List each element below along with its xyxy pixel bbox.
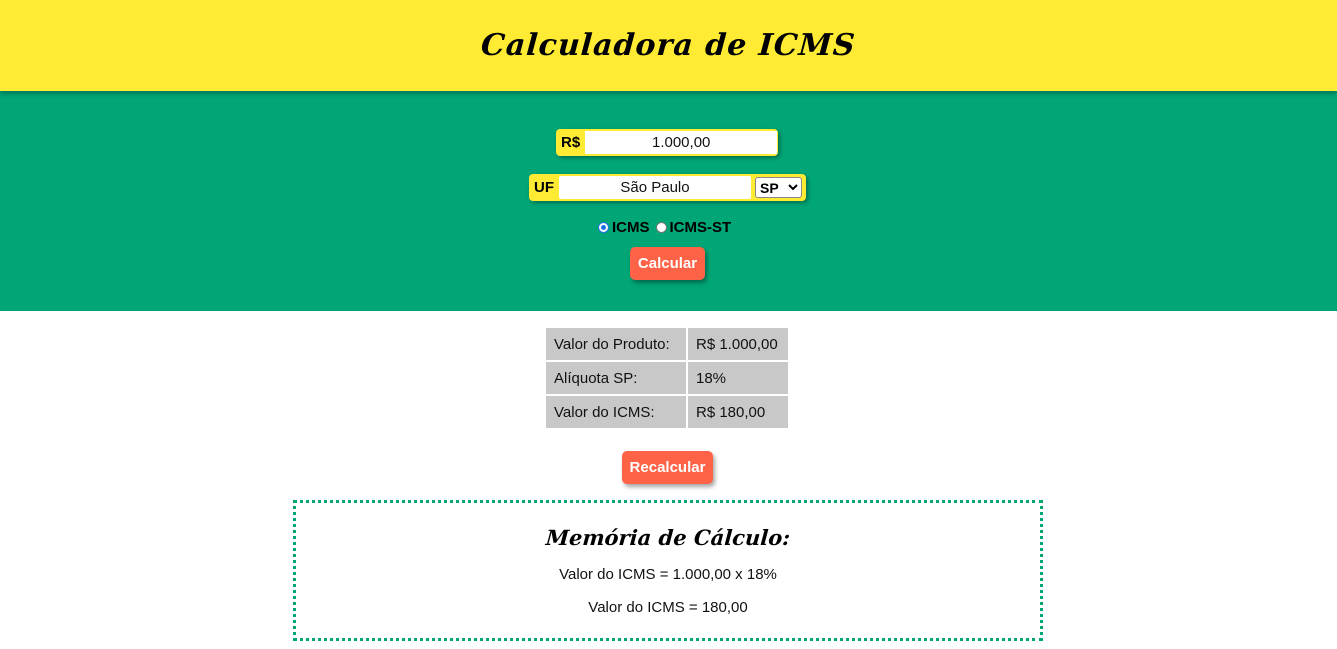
currency-prefix: R$ <box>561 134 581 151</box>
result-label: Valor do Produto: <box>546 328 686 360</box>
memo-line: Valor do ICMS = 1.000,00 x 18% <box>559 566 777 583</box>
memo-title: Memória de Cálculo: <box>545 525 791 550</box>
result-value: 18% <box>688 362 788 394</box>
state-name-field[interactable] <box>559 176 751 199</box>
results-table: Valor do Produto: R$ 1.000,00 Alíquota S… <box>544 326 790 430</box>
calculator-form: R$ UF SP ICMS ICMS-ST Calcular <box>0 91 1337 311</box>
uf-group: UF SP <box>529 174 806 201</box>
calculate-button[interactable]: Calcular <box>630 247 705 280</box>
icms-st-radio[interactable] <box>655 222 667 233</box>
app-header: Calculadora de ICMS <box>0 0 1337 91</box>
table-row: Valor do ICMS: R$ 180,00 <box>546 396 788 428</box>
page-title: Calculadora de ICMS <box>479 28 858 63</box>
uf-prefix: UF <box>534 179 554 196</box>
tax-type-radio-group: ICMS ICMS-ST <box>598 219 737 236</box>
result-label: Valor do ICMS: <box>546 396 686 428</box>
uf-select[interactable]: SP <box>755 177 802 198</box>
table-row: Alíquota SP: 18% <box>546 362 788 394</box>
result-value: R$ 1.000,00 <box>688 328 788 360</box>
icms-radio-label[interactable]: ICMS <box>612 219 650 236</box>
recalculate-button[interactable]: Recalcular <box>622 451 713 484</box>
product-value-input[interactable] <box>585 131 778 154</box>
product-value-group: R$ <box>556 129 778 156</box>
calculation-memo: Memória de Cálculo: Valor do ICMS = 1.00… <box>293 500 1043 641</box>
result-label: Alíquota SP: <box>546 362 686 394</box>
memo-line: Valor do ICMS = 180,00 <box>588 599 748 616</box>
result-value: R$ 180,00 <box>688 396 788 428</box>
icms-radio[interactable] <box>598 222 609 233</box>
icms-st-radio-label[interactable]: ICMS-ST <box>670 219 732 236</box>
table-row: Valor do Produto: R$ 1.000,00 <box>546 328 788 360</box>
